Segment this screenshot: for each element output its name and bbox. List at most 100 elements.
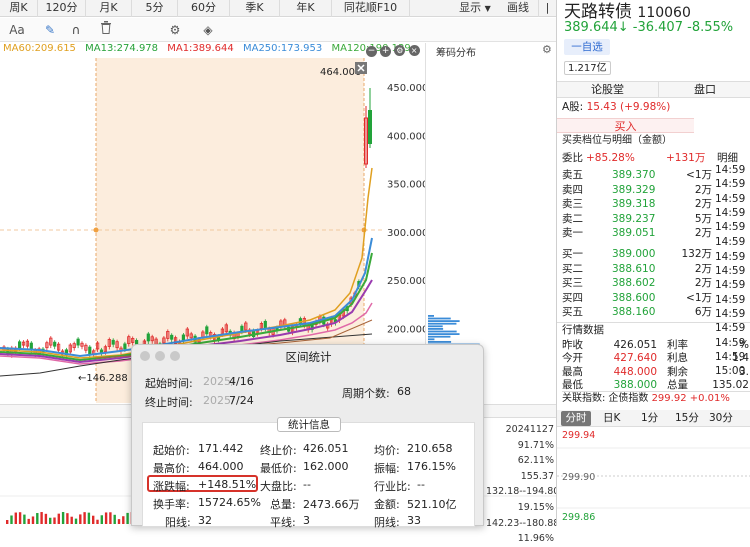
buy-button[interactable]: 买入 <box>557 118 694 133</box>
index-value: 299.92 +0.01% <box>651 393 730 404</box>
period-tab-60min[interactable]: 60分 <box>178 0 230 17</box>
buy-level-price: 389.000 <box>612 248 656 260</box>
period-tab-year[interactable]: 年K <box>280 0 332 17</box>
buy-level-price: 388.160 <box>612 306 656 319</box>
f10-tab[interactable]: 同花顺F10 <box>332 0 410 17</box>
price-tick-label: 400.000 <box>387 131 425 142</box>
sell-level-amount: <1万 <box>686 169 712 181</box>
stat-amp-value: 176.15% <box>407 460 456 473</box>
end-time-date[interactable]: 7/24 <box>229 394 254 407</box>
chevron-down-icon: ▼ <box>484 4 491 13</box>
stat-vol-label: 总量: <box>270 498 296 511</box>
tab-intraday[interactable]: 分时 <box>561 411 591 426</box>
mini-intraday-chart[interactable]: 299.94 299.90 299.86 <box>557 428 750 526</box>
stat-high-value: 464.000 <box>198 460 244 473</box>
stock-name: 天路转债 110060 <box>564 2 691 22</box>
volume-bar <box>79 514 82 524</box>
price-tick-label: 300.000 <box>387 228 425 239</box>
stat-avg-value: 210.658 <box>407 442 453 455</box>
zoom-out-icon[interactable]: − <box>366 46 377 57</box>
market-value-2: 1.4 <box>732 352 749 365</box>
lower-value-2: 62.11% <box>517 455 554 467</box>
draw-line-button[interactable]: 画线 <box>498 0 538 17</box>
market-value-2: 3. <box>738 365 749 378</box>
period-tab-5min[interactable]: 5分 <box>132 0 178 17</box>
collapse-icon[interactable]: | <box>538 0 556 17</box>
market-label-2: 利率 <box>667 339 688 351</box>
stat-yang-label: 阳线: <box>165 516 191 529</box>
tab-1min[interactable]: 1分 <box>641 411 667 426</box>
ashare-label: A股: <box>562 101 584 113</box>
timeframe-tabs: 分时 日K 1分 15分 30分 <box>557 410 750 427</box>
volume-bar <box>40 512 43 524</box>
zoom-in-icon[interactable]: + <box>380 46 392 57</box>
stat-flat-label: 平线: <box>270 516 296 529</box>
tab-30min[interactable]: 30分 <box>709 411 739 426</box>
sell-level-label: 卖三 <box>562 198 583 211</box>
sell-level-price: 389.237 <box>612 212 656 225</box>
chip-bar <box>428 330 457 333</box>
trade-time: 14:59 <box>715 192 746 205</box>
period-tab-month[interactable]: 月K <box>86 0 132 17</box>
add-watchlist-button[interactable]: 一自选 <box>564 39 610 55</box>
text-tool-icon[interactable]: Aa <box>6 21 28 39</box>
trade-time: 14:59 <box>715 178 746 191</box>
layers-icon[interactable]: ◈ <box>198 21 218 39</box>
buy-level-label: 买二 <box>562 262 583 275</box>
tab-orderbook[interactable]: 盘口 <box>659 82 750 98</box>
period-tab-week[interactable]: 周K <box>0 0 38 17</box>
settings-gear-icon[interactable]: ⚙ <box>164 21 186 39</box>
tab-15min[interactable]: 15分 <box>675 411 705 426</box>
candle-body <box>170 334 174 340</box>
stat-flat-value: 3 <box>303 514 310 527</box>
last-price: 389.644↓ <box>564 20 629 35</box>
chip-bar <box>428 317 451 320</box>
pen-tool-icon[interactable]: ✎ <box>40 21 60 39</box>
stat-turn-value: 15724.65% <box>198 496 261 509</box>
stat-beta-label: 大盘比: <box>260 480 297 493</box>
chips-settings-icon[interactable]: ⚙ <box>542 43 552 56</box>
price-tick-label: 350.000 <box>387 180 425 191</box>
volume-bar <box>122 516 125 524</box>
market-label-2: 利息 <box>667 352 688 365</box>
close-annotation-icon[interactable] <box>355 62 367 74</box>
stat-high-label: 最高价: <box>153 462 190 475</box>
trade-time: 14:59 <box>715 206 746 219</box>
volume-bar <box>44 513 48 524</box>
magnet-icon[interactable]: ∩ <box>66 21 86 39</box>
chart-settings-icon[interactable]: ⚙ <box>394 45 406 56</box>
stat-vol-value: 2473.66万 <box>303 498 360 511</box>
stats-tab[interactable]: 统计信息 <box>277 417 341 432</box>
buy-level-label: 买三 <box>562 277 583 290</box>
close-chart-icon[interactable]: × <box>408 45 420 56</box>
quote-panel: 天路转债 110060 389.644↓ -36.407 -8.55% 一自选 … <box>556 0 750 526</box>
chip-bar <box>428 320 460 322</box>
market-row: 最高 448.000 剩余 3. <box>557 366 750 379</box>
start-time-label: 起始时间: <box>145 377 193 390</box>
volume-bar <box>70 516 73 524</box>
volume-bar <box>23 514 26 524</box>
sell-level-price: 389.318 <box>612 198 656 211</box>
buy-level-price: 388.600 <box>612 291 656 304</box>
stat-low-label: 最低价: <box>260 462 297 475</box>
start-time-date[interactable]: 4/16 <box>229 375 254 388</box>
display-menu[interactable]: 显示 ▼ <box>452 0 498 17</box>
ma250-label: MA250:173.953 <box>242 43 323 54</box>
index-name[interactable]: 企债指数 <box>608 393 648 404</box>
period-tab-120min[interactable]: 120分 <box>38 0 86 17</box>
chip-bar <box>428 315 434 317</box>
tab-forum[interactable]: 论股堂 <box>557 82 659 98</box>
period-tab-quarter[interactable]: 季K <box>230 0 280 17</box>
period-bar: 周K 120分 月K 5分 60分 季K 年K 同花顺F10 显示 ▼ 画线 | <box>0 0 556 17</box>
stat-turn-label: 换手率: <box>153 498 190 511</box>
stat-yang-value: 32 <box>198 514 212 527</box>
candle-body <box>263 320 267 329</box>
trash-icon[interactable] <box>96 21 116 39</box>
sell-level-label: 卖五 <box>562 169 583 181</box>
buy-level-label: 买一 <box>562 248 583 260</box>
tab-daily-k[interactable]: 日K <box>603 411 629 426</box>
stat-amt-label: 金额: <box>374 498 400 511</box>
stat-low-value: 162.000 <box>303 460 349 473</box>
market-label-2: 剩余 <box>667 365 688 378</box>
volume-bar <box>61 512 65 524</box>
